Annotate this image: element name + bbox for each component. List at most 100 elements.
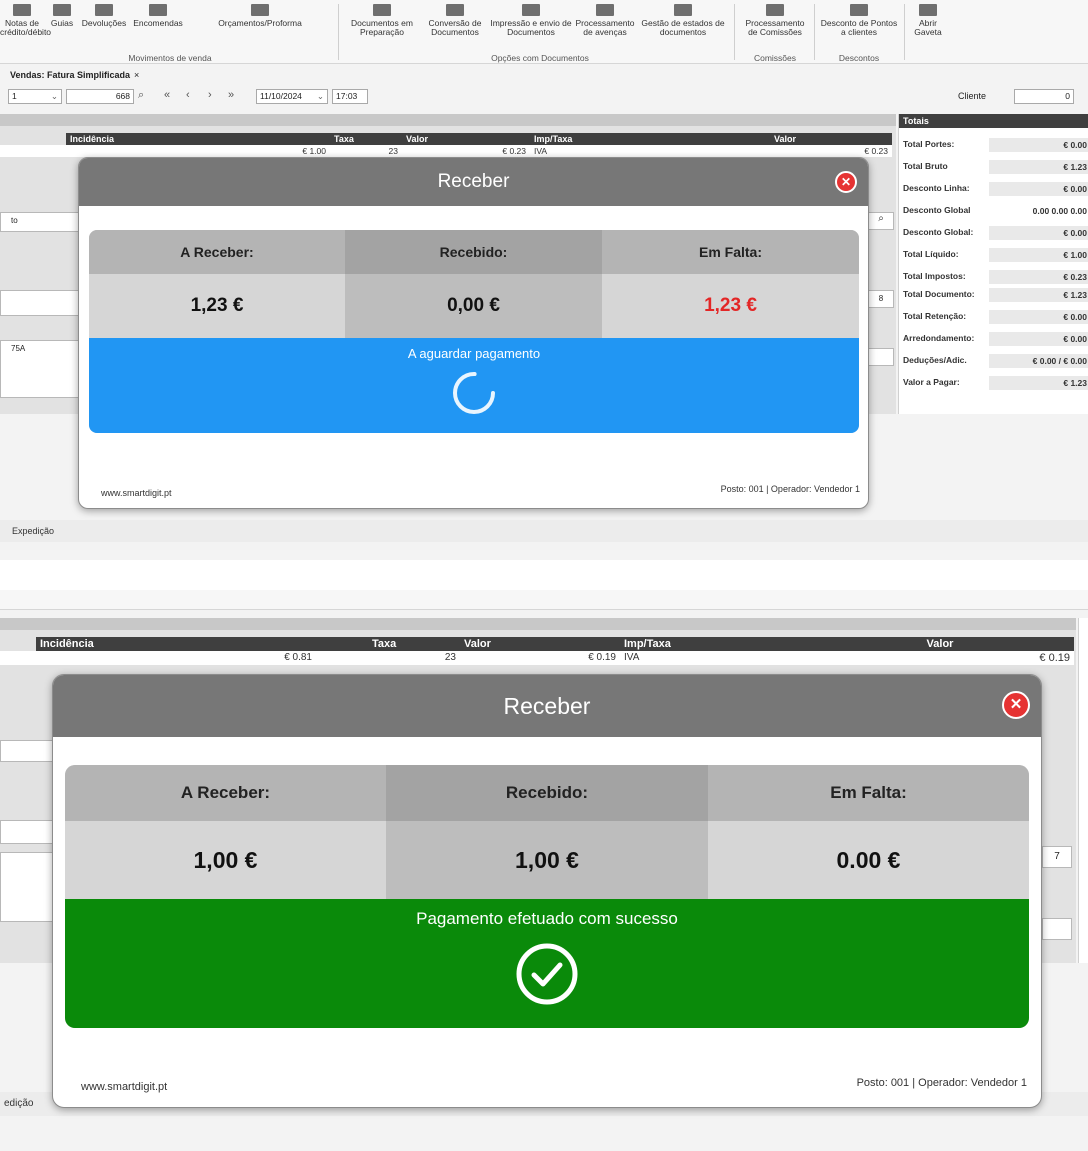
date-field[interactable]: 11/10/2024 ⌄ [256, 89, 328, 104]
a-receber-label: A Receber: [89, 230, 345, 274]
a-receber-value: 1,23 € [89, 274, 345, 338]
document-toolbar: 1 ⌄ 668 ⌕ « ‹ › » 11/10/2024 ⌄ 17:03 Clien… [0, 86, 1088, 108]
website-link[interactable]: www.smartdigit.pt [101, 488, 172, 498]
tab-expedicao[interactable]: edição [4, 1098, 33, 1109]
ribbon-devolucoes-button[interactable]: Devoluções [78, 0, 130, 52]
bottom-tab-strip: Expedição [0, 520, 1088, 542]
totals-row: Desconto Global 0.00 0.00 0.00 [903, 204, 1088, 218]
previous-record-icon[interactable]: ‹ [186, 89, 190, 101]
left-field-fragment[interactable]: to [0, 212, 80, 232]
document-tab-label: Vendas: Fatura Simplificada [10, 70, 131, 80]
receber-dialog: Receber ✕ A Receber: 1,00 € Recebido: 1,… [52, 674, 1042, 1108]
series-select[interactable]: 1 ⌄ [8, 89, 62, 104]
drawer-icon [919, 4, 937, 16]
search-icon[interactable]: ⌕ [868, 212, 894, 230]
payment-status-bar: A aguardar pagamento [89, 338, 859, 433]
first-record-icon[interactable]: « [164, 89, 170, 101]
left-field-fragment[interactable] [0, 740, 60, 762]
tab-expedicao[interactable]: Expedição [12, 526, 54, 536]
credit-note-icon [13, 4, 31, 16]
totals-panel: Totais Total Portes: € 0.00 Total Bruto € … [898, 114, 1088, 414]
ribbon-guias-button[interactable]: Guias [48, 0, 76, 52]
ribbon-comissoes-button[interactable]: Processamento de Comissões [740, 0, 810, 52]
payment-status-text: Pagamento efetuado com sucesso [416, 909, 678, 928]
recebido-value: 0,00 € [345, 274, 602, 338]
column-header-incidencia: Incidência [36, 637, 316, 651]
next-record-icon[interactable]: › [208, 89, 212, 101]
em-falta-label: Em Falta: [708, 765, 1029, 821]
spinner-icon [453, 372, 495, 414]
stepper-control[interactable] [1042, 918, 1072, 940]
search-icon[interactable]: ⌕ [138, 89, 144, 102]
totals-row: Total Retenção: € 0.00 [903, 310, 1088, 324]
return-icon [95, 4, 113, 16]
close-icon[interactable]: ✕ [835, 171, 857, 193]
column-header-taxa: Taxa [316, 637, 460, 651]
document-icon [373, 4, 391, 16]
document-number-field[interactable]: 668 [66, 89, 134, 104]
column-header-taxa: Taxa [330, 133, 402, 145]
totals-row: Desconto Linha: € 0.00 [903, 182, 1088, 196]
ribbon-documentos-preparacao-button[interactable]: Documentos em Preparação [344, 0, 420, 52]
ribbon-separator [904, 4, 905, 60]
document-tab[interactable]: Vendas: Fatura Simplificada × [10, 70, 139, 80]
column-header-imp-taxa: Imp/Taxa [620, 637, 806, 651]
column-header-incidencia: Incidência [66, 133, 330, 145]
column-header-valor-2: Valor [806, 637, 1074, 651]
ribbon-impressao-button[interactable]: Impressão e envio de Documentos [490, 0, 572, 52]
ribbon-group-descontos: Descontos [838, 53, 880, 63]
quantity-stepper[interactable]: 7 [1042, 846, 1072, 868]
client-field[interactable]: 0 [1014, 89, 1074, 104]
last-record-icon[interactable]: » [228, 89, 234, 101]
dialog-title: Receber [79, 158, 868, 206]
column-header-valor: Valor [402, 133, 530, 145]
ribbon-avencas-button[interactable]: Processamento de avenças [574, 0, 636, 52]
check-circle-icon [516, 943, 578, 1005]
close-tab-icon[interactable]: × [134, 70, 139, 80]
grid-cell-valor-2: € 0.23 [678, 145, 892, 157]
ribbon-desconto-pontos-button[interactable]: Desconto de Pontos a clientes [818, 0, 900, 52]
grid-cell-taxa: 23 [330, 145, 402, 157]
ribbon-separator [814, 4, 815, 60]
time-field[interactable]: 17:03 [332, 89, 368, 104]
grid-cell-valor-2: € 0.19 [806, 651, 1074, 665]
screenshot-payment-success: Incidência Taxa Valor Imp/Taxa Valor € 0… [0, 590, 1088, 1151]
totals-row: Arredondamento: € 0.00 [903, 332, 1088, 346]
order-icon [149, 4, 167, 16]
close-icon[interactable]: ✕ [1002, 691, 1030, 719]
recebido-value: 1,00 € [386, 821, 708, 899]
chevron-down-icon: ⌄ [50, 91, 58, 101]
left-field-fragment: 75A [0, 340, 80, 398]
ribbon-estados-button[interactable]: Gestão de estados de documentos [638, 0, 728, 52]
status-icon [674, 4, 692, 16]
recebido-label: Recebido: [345, 230, 602, 274]
calendar-icon [596, 4, 614, 16]
grid-cell-valor: € 0.19 [460, 651, 620, 665]
quote-icon [251, 4, 269, 16]
website-link[interactable]: www.smartdigit.pt [81, 1081, 167, 1093]
a-receber-value: 1,00 € [65, 821, 386, 899]
dialog-title: Receber [53, 675, 1041, 737]
em-falta-value: 0.00 € [708, 821, 1029, 899]
ribbon-conversao-button[interactable]: Conversão de Documentos [422, 0, 488, 52]
ribbon-encomendas-button[interactable]: Encomendas [132, 0, 184, 52]
totals-row: Valor a Pagar: € 1.23 [903, 376, 1088, 390]
grid-cell-incidencia: € 0.81 [36, 651, 316, 665]
grid-cell-empty [0, 145, 66, 157]
ribbon-abrir-gaveta-button[interactable]: Abrir Gaveta [908, 0, 948, 52]
post-operator-info: Posto: 001 | Operador: Vendedor 1 [720, 484, 860, 494]
ribbon-notas-credito-button[interactable]: Notas de crédito/débito [0, 0, 51, 52]
left-field-fragment[interactable] [0, 820, 60, 844]
column-header-valor-2: Valor [678, 133, 892, 145]
calendar-dropdown-icon: ⌄ [316, 91, 324, 101]
left-field-fragment[interactable] [0, 290, 80, 316]
ribbon-orcamentos-button[interactable]: Orçamentos/Proforma [186, 0, 334, 52]
quantity-stepper[interactable]: 8 [868, 290, 894, 308]
grid-cell-taxa: 23 [316, 651, 460, 665]
ribbon-separator [734, 4, 735, 60]
payment-summary-panel: A Receber: 1,00 € Recebido: 1,00 € Em Fa… [65, 765, 1029, 1028]
grid-cell-empty [0, 651, 36, 665]
grid-cell-incidencia: € 1.00 [66, 145, 330, 157]
em-falta-label: Em Falta: [602, 230, 859, 274]
stepper-control[interactable] [868, 348, 894, 366]
